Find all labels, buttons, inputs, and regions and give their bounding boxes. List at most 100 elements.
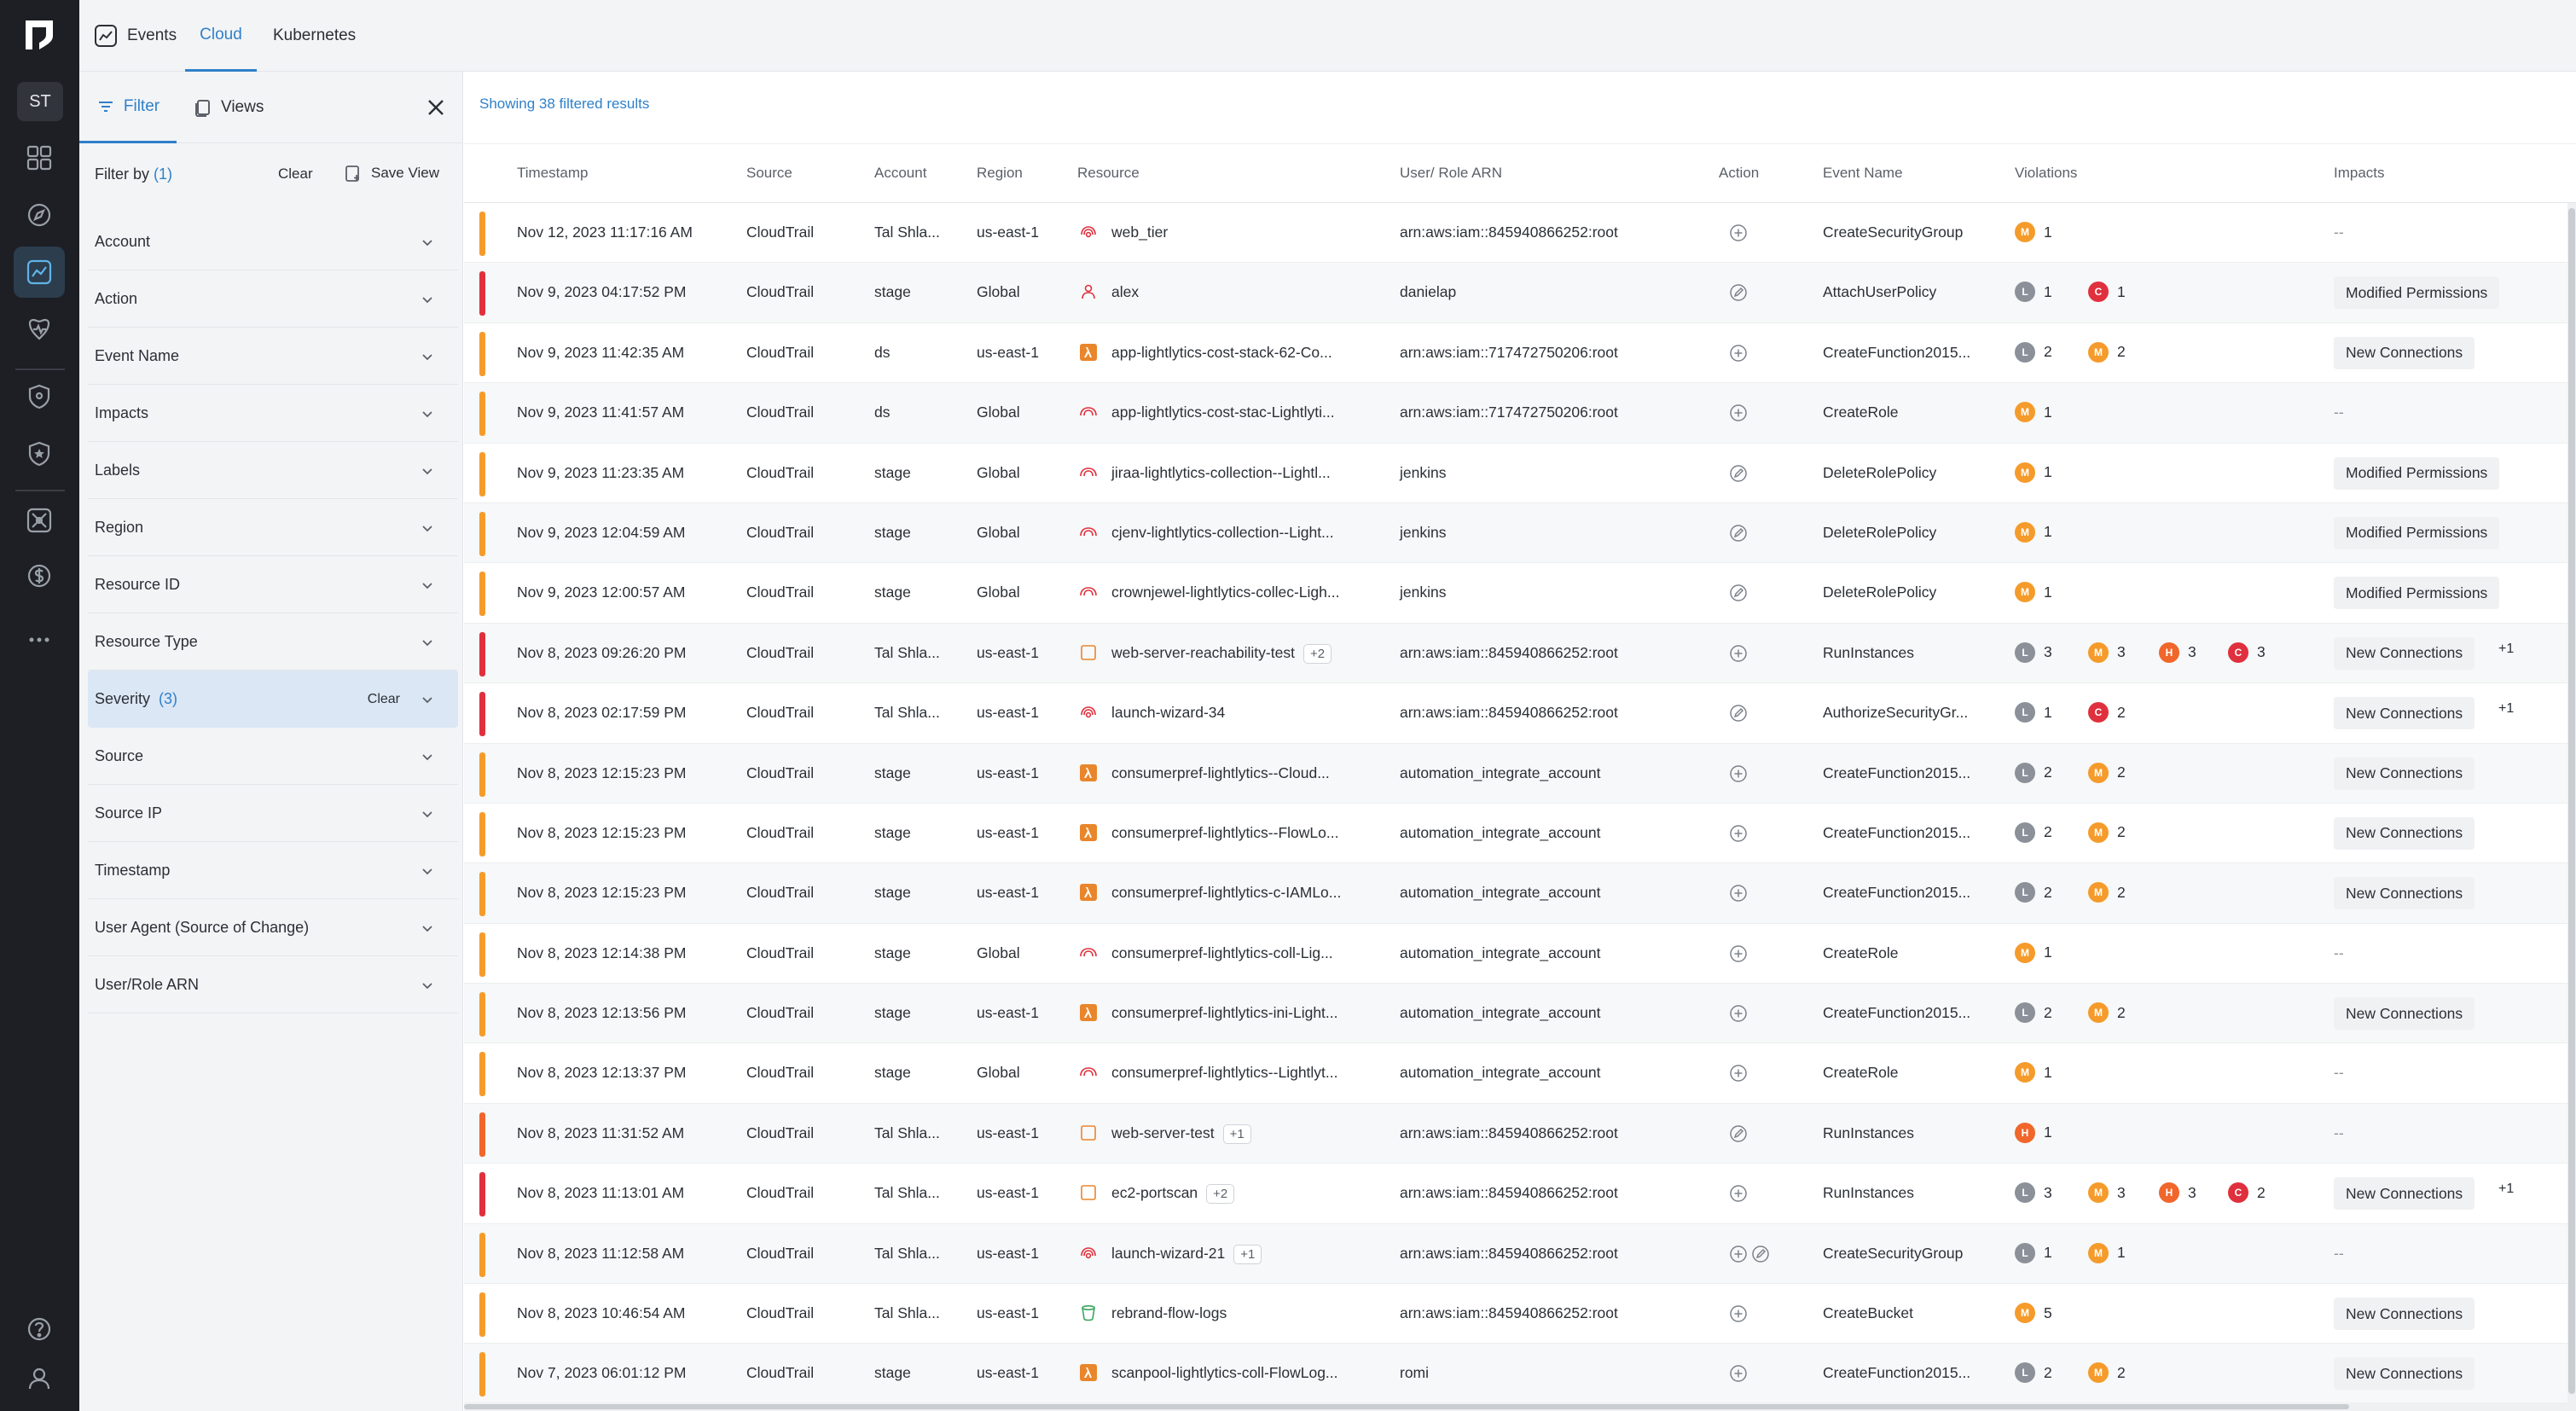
filter-impacts[interactable]: Impacts [88, 385, 458, 442]
dashboard-icon[interactable] [14, 132, 65, 183]
plus-circle-icon[interactable] [1729, 764, 1748, 783]
violation-badge[interactable]: C2 [2088, 702, 2126, 723]
resource-more-badge[interactable]: +2 [1303, 643, 1332, 664]
tab-cloud[interactable]: Cloud [185, 0, 257, 72]
column-header-impacts[interactable]: Impacts [2334, 165, 2385, 182]
table-row[interactable]: Nov 9, 2023 12:00:57 AM CloudTrail stage Gl… [464, 563, 2576, 624]
table-row[interactable]: Nov 9, 2023 04:17:52 PM CloudTrail stage Gl… [464, 263, 2576, 323]
filter-user-role-arn[interactable]: User/Role ARN [88, 956, 458, 1013]
shield-icon[interactable] [14, 371, 65, 422]
filter-region[interactable]: Region [88, 499, 458, 556]
filter-labels[interactable]: Labels [88, 442, 458, 499]
cell-resource[interactable]: web_tier [1111, 224, 1168, 241]
app-logo-icon[interactable] [22, 17, 56, 53]
edit-circle-icon[interactable] [1729, 704, 1748, 723]
table-row[interactable]: Nov 8, 2023 09:26:20 PM CloudTrail Tal Shl… [464, 623, 2576, 684]
plus-circle-icon[interactable] [1729, 944, 1748, 963]
plus-circle-icon[interactable] [1729, 1304, 1748, 1323]
plus-circle-icon[interactable] [1729, 344, 1748, 363]
cell-resource[interactable]: alex [1111, 283, 1139, 301]
violation-badge[interactable]: M1 [2015, 582, 2052, 603]
cell-resource[interactable]: scanpool-lightlytics-coll-FlowLog... [1111, 1364, 1338, 1382]
column-header-event-name[interactable]: Event Name [1823, 165, 1903, 182]
resource-more-badge[interactable]: +1 [1233, 1244, 1262, 1264]
resource-name[interactable]: web_tier [1111, 224, 1168, 241]
resource-name[interactable]: consumerpref-lightlytics--FlowLo... [1111, 824, 1338, 841]
column-header-source[interactable]: Source [746, 165, 792, 182]
resource-name[interactable]: consumerpref-lightlytics--Cloud... [1111, 764, 1330, 781]
avatar[interactable]: ST [17, 82, 63, 121]
save-view-button[interactable]: Save View [334, 157, 450, 189]
resource-name[interactable]: crownjewel-lightlytics-collec-Ligh... [1111, 584, 1339, 601]
table-row[interactable]: Nov 8, 2023 12:15:23 PM CloudTrail stage us… [464, 743, 2576, 804]
violation-badge[interactable]: C1 [2088, 282, 2126, 303]
table-row[interactable]: Nov 8, 2023 02:17:59 PM CloudTrail Tal Shl… [464, 683, 2576, 744]
violation-badge[interactable]: H1 [2015, 1122, 2052, 1143]
violation-badge[interactable]: H3 [2159, 642, 2196, 663]
close-icon[interactable] [422, 94, 450, 121]
violation-badge[interactable]: L3 [2015, 642, 2052, 663]
more-icon[interactable] [14, 614, 65, 665]
cell-resource[interactable]: web-server-test +1 [1111, 1124, 1251, 1144]
resource-name[interactable]: app-lightlytics-cost-stack-62-Co... [1111, 344, 1332, 361]
plus-circle-icon[interactable] [1729, 884, 1748, 903]
violation-badge[interactable]: L1 [2015, 282, 2052, 303]
violation-badge[interactable]: M1 [2015, 462, 2052, 483]
plus-circle-icon[interactable] [1729, 1004, 1748, 1023]
violation-badge[interactable]: L2 [2015, 341, 2052, 363]
violation-badge[interactable]: L1 [2015, 702, 2052, 723]
column-header-resource[interactable]: Resource [1077, 165, 1140, 182]
compass-icon[interactable] [14, 189, 65, 241]
filter-source[interactable]: Source [88, 728, 458, 785]
cell-resource[interactable]: consumerpref-lightlytics--FlowLo... [1111, 824, 1338, 842]
edit-circle-icon[interactable] [1751, 1245, 1770, 1263]
impact-more-badge[interactable]: +1 [2498, 642, 2514, 657]
events-icon[interactable] [14, 247, 65, 298]
violation-badge[interactable]: M2 [2088, 341, 2126, 363]
filter-action[interactable]: Action [88, 270, 458, 328]
vertical-scrollbar[interactable] [2567, 203, 2576, 1408]
cell-resource[interactable]: cjenv-lightlytics-collection--Light... [1111, 524, 1334, 542]
cell-resource[interactable]: consumerpref-lightlytics--Lightlyt... [1111, 1064, 1338, 1082]
table-row[interactable]: Nov 8, 2023 10:46:54 AM CloudTrail Tal Shl… [464, 1284, 2576, 1344]
plus-circle-icon[interactable] [1729, 404, 1748, 422]
violation-badge[interactable]: L1 [2015, 1242, 2052, 1263]
violation-badge[interactable]: M2 [2088, 762, 2126, 783]
cell-resource[interactable]: consumerpref-lightlytics-c-IAMLo... [1111, 884, 1341, 902]
activity-icon[interactable] [14, 304, 65, 355]
filter-timestamp[interactable]: Timestamp [88, 842, 458, 899]
cell-resource[interactable]: launch-wizard-21 +1 [1111, 1244, 1262, 1264]
tab-kubernetes[interactable]: Kubernetes [273, 0, 356, 72]
edit-circle-icon[interactable] [1729, 524, 1748, 543]
table-row[interactable]: Nov 7, 2023 06:01:12 PM CloudTrail stage us… [464, 1344, 2576, 1404]
violation-badge[interactable]: M2 [2088, 1002, 2126, 1024]
column-header-action[interactable]: Action [1719, 165, 1759, 182]
violation-badge[interactable]: M3 [2088, 642, 2126, 663]
table-row[interactable]: Nov 12, 2023 11:17:16 AM CloudTrail Tal Sh… [464, 203, 2576, 264]
cell-resource[interactable]: ec2-portscan +2 [1111, 1184, 1235, 1205]
user-icon[interactable] [14, 1353, 65, 1404]
violation-badge[interactable]: M5 [2015, 1303, 2052, 1324]
table-row[interactable]: Nov 8, 2023 11:31:52 AM CloudTrail Tal Shl… [464, 1103, 2576, 1164]
tab-events[interactable]: Events [93, 0, 177, 72]
violation-badge[interactable]: L2 [2015, 822, 2052, 843]
violation-badge[interactable]: M2 [2088, 882, 2126, 903]
violation-badge[interactable]: L3 [2015, 1182, 2052, 1204]
impact-more-badge[interactable]: +1 [2498, 701, 2514, 717]
tab-filter[interactable]: Filter [79, 72, 177, 143]
violation-badge[interactable]: M3 [2088, 1182, 2126, 1204]
help-icon[interactable] [14, 1304, 65, 1355]
edit-circle-icon[interactable] [1729, 1124, 1748, 1143]
violation-badge[interactable]: L2 [2015, 1002, 2052, 1024]
table-row[interactable]: Nov 8, 2023 12:13:56 PM CloudTrail stage us… [464, 984, 2576, 1044]
resource-name[interactable]: alex [1111, 283, 1139, 300]
violation-badge[interactable]: H3 [2159, 1182, 2196, 1204]
filter-resource-id[interactable]: Resource ID [88, 556, 458, 613]
plus-circle-icon[interactable] [1729, 644, 1748, 663]
plus-circle-icon[interactable] [1729, 1364, 1748, 1383]
cell-resource[interactable]: consumerpref-lightlytics-ini-Light... [1111, 1004, 1338, 1022]
resource-name[interactable]: scanpool-lightlytics-coll-FlowLog... [1111, 1364, 1338, 1381]
cell-resource[interactable]: app-lightlytics-cost-stack-62-Co... [1111, 344, 1332, 362]
plus-circle-icon[interactable] [1729, 824, 1748, 843]
violation-badge[interactable]: L2 [2015, 1362, 2052, 1384]
